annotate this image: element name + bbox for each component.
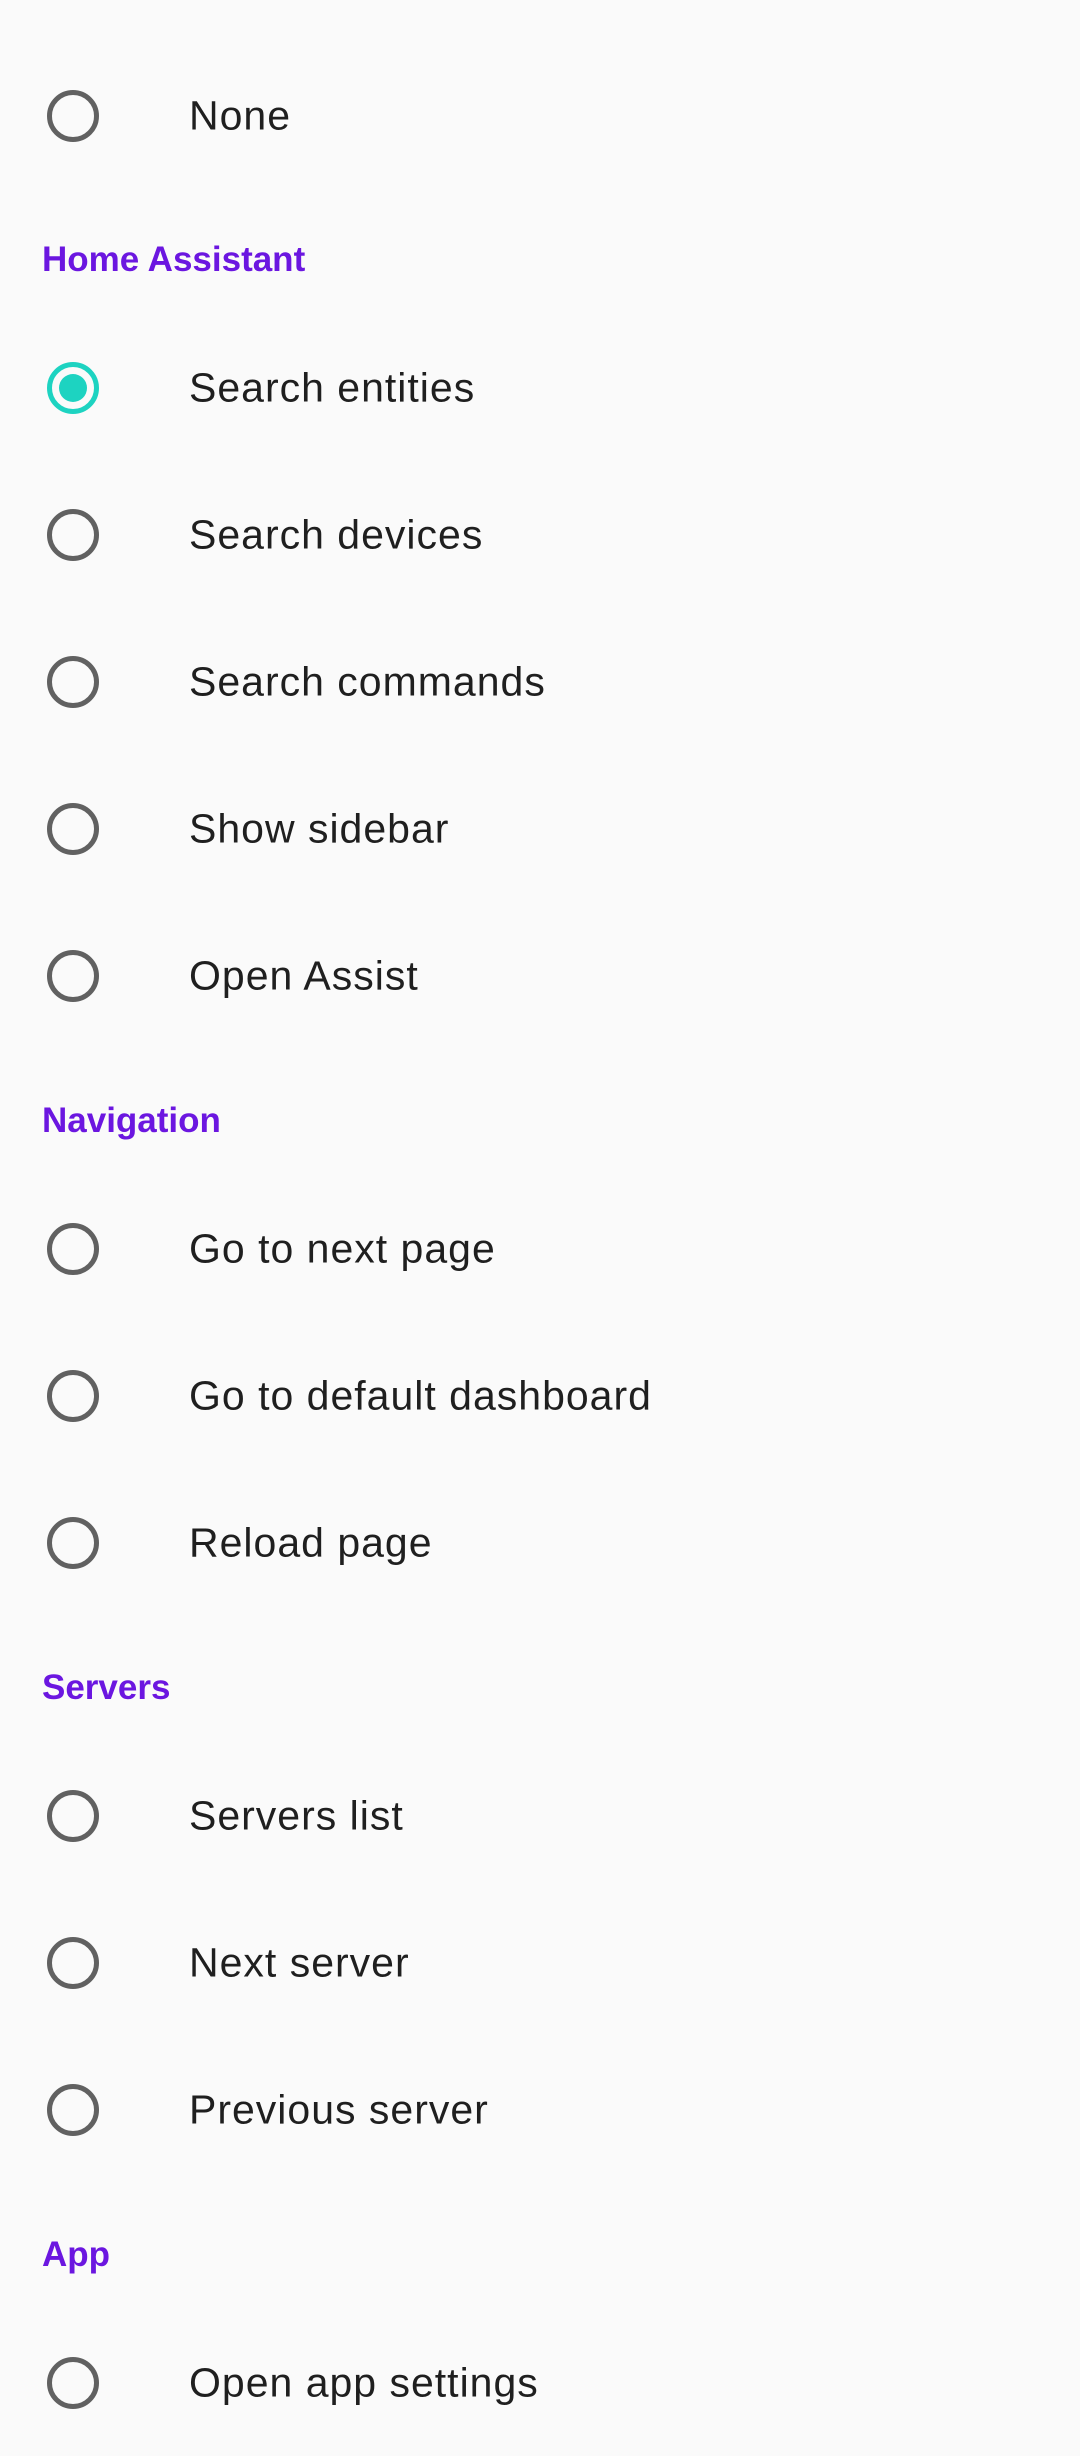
section-header-home-assistant: Home Assistant [42,240,306,279]
option-label: Reload page [189,1519,433,1565]
option-label: None [189,92,292,138]
option-label: Go to default dashboard [189,1372,652,1418]
option-previous-server[interactable]: Previous server [0,2036,1080,2183]
radio-unselected-icon[interactable] [47,1223,99,1275]
section-header-navigation: Navigation [42,1101,221,1140]
radio-unselected-icon[interactable] [47,2084,99,2136]
option-servers-list[interactable]: Servers list [0,1742,1080,1889]
section-header-app: App [42,2235,111,2274]
radio-unselected-icon[interactable] [47,1517,99,1569]
radio-unselected-icon[interactable] [47,950,99,1002]
radio-unselected-icon[interactable] [47,1370,99,1422]
option-label: Search commands [189,658,546,704]
radio-selected-icon[interactable] [47,362,99,414]
option-label: Go to next page [189,1225,496,1271]
option-open-app-settings[interactable]: Open app settings [0,2309,1080,2456]
option-search-commands[interactable]: Search commands [0,608,1080,755]
option-label: Next server [189,1939,410,1985]
option-label: Open app settings [189,2359,539,2405]
option-label: Previous server [189,2086,489,2132]
radio-unselected-icon[interactable] [47,2357,99,2409]
option-open-assist[interactable]: Open Assist [0,902,1080,1049]
radio-dot-icon [59,374,87,402]
radio-unselected-icon[interactable] [47,509,99,561]
radio-unselected-icon[interactable] [47,803,99,855]
option-label: Show sidebar [189,805,450,851]
option-label: Search entities [189,364,476,410]
option-label: Servers list [189,1792,404,1838]
option-show-sidebar[interactable]: Show sidebar [0,755,1080,902]
option-none[interactable]: None [0,42,1080,189]
radio-unselected-icon[interactable] [47,1937,99,1989]
radio-unselected-icon[interactable] [47,656,99,708]
option-search-devices[interactable]: Search devices [0,461,1080,608]
radio-unselected-icon[interactable] [47,90,99,142]
option-label: Search devices [189,511,484,557]
option-search-entities[interactable]: Search entities [0,314,1080,461]
option-next-server[interactable]: Next server [0,1889,1080,2036]
option-go-to-default-dashboard[interactable]: Go to default dashboard [0,1322,1080,1469]
radio-unselected-icon[interactable] [47,1790,99,1842]
option-go-to-next-page[interactable]: Go to next page [0,1175,1080,1322]
option-reload-page[interactable]: Reload page [0,1469,1080,1616]
option-label: Open Assist [189,952,419,998]
section-header-servers: Servers [42,1668,171,1707]
